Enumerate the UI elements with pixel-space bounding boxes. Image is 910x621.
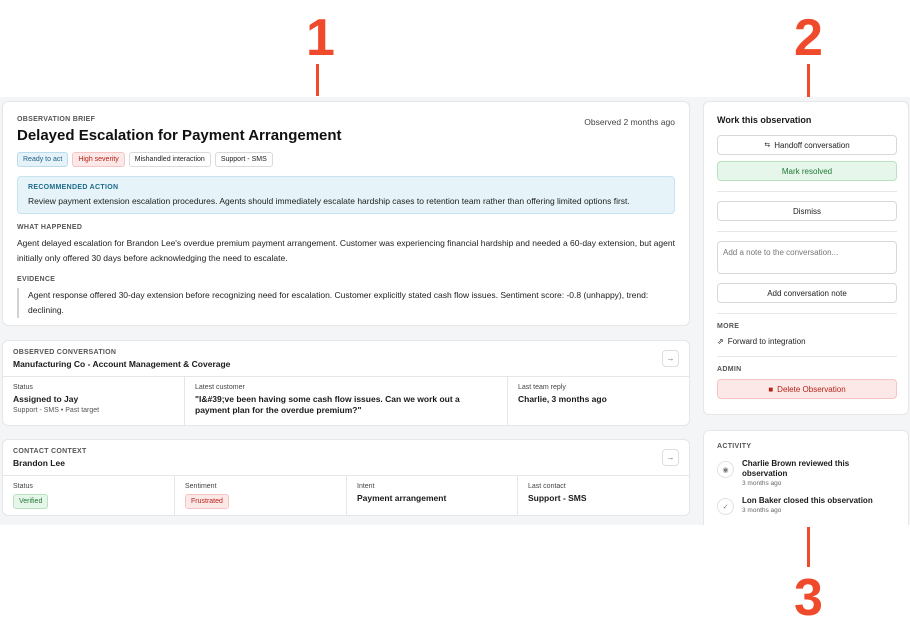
evidence-text: Agent response offered 30-day extension …: [17, 288, 675, 318]
forward-label: Forward to integration: [727, 337, 806, 346]
activity-time: 3 months ago: [742, 507, 782, 514]
verified-badge: Verified: [13, 494, 49, 509]
dismiss-button[interactable]: Dismiss: [717, 201, 897, 221]
observation-brief-card: OBSERVATION BRIEF Observed 2 months ago …: [2, 101, 690, 326]
work-title: Work this observation: [717, 115, 812, 125]
handoff-label: Handoff conversation: [774, 140, 850, 150]
eye-icon: ◉: [717, 461, 734, 478]
contact-status: Status Verified: [3, 476, 175, 516]
contact-last: Last contact Support - SMS: [518, 476, 689, 516]
activity-text: Charlie Brown reviewed this observation: [742, 459, 850, 478]
conversation-name: Manufacturing Co - Account Management & …: [13, 359, 231, 369]
activity-item: ◉ Charlie Brown reviewed this observatio…: [717, 459, 895, 487]
tag-list: Ready to act High severity Mishandled in…: [17, 152, 675, 167]
callout-2-line: [807, 64, 810, 98]
activity-text: Lon Baker closed this observation: [742, 496, 873, 505]
intent-value: Payment arrangement: [357, 493, 447, 503]
contact-name: Brandon Lee: [13, 458, 65, 468]
what-happened: WHAT HAPPENED Agent delayed escalation f…: [17, 224, 675, 266]
check-icon: ✓: [717, 498, 734, 515]
open-contact-button[interactable]: →: [662, 449, 679, 466]
delete-label: Delete Observation: [777, 384, 846, 394]
callout-3: 3: [794, 569, 823, 621]
what-text: Agent delayed escalation for Brandon Lee…: [17, 238, 675, 263]
reply-label: Last team reply: [518, 384, 566, 391]
conversation-status: Status Assigned to Jay Support - SMS • P…: [3, 377, 185, 425]
contact-intent: Intent Payment arrangement: [347, 476, 518, 516]
divider: [717, 313, 897, 314]
observed-conversation-card: OBSERVED CONVERSATION Manufacturing Co -…: [2, 340, 690, 426]
conversation-eyebrow: OBSERVED CONVERSATION: [13, 349, 117, 356]
status-sub: Support - SMS • Past target: [13, 407, 100, 414]
status-label: Status: [13, 384, 33, 391]
callout-2: 2: [794, 9, 823, 67]
contact-context-card: CONTACT CONTEXT Brandon Lee → Status Ver…: [2, 439, 690, 516]
admin-label: ADMIN: [717, 366, 742, 373]
divider: [717, 356, 897, 357]
activity-panel: ACTIVITY ◉ Charlie Brown reviewed this o…: [703, 430, 909, 525]
last-contact-value: Support - SMS: [528, 493, 587, 503]
recommended-action: RECOMMENDED ACTION Review payment extens…: [17, 176, 675, 214]
what-label: WHAT HAPPENED: [17, 224, 83, 231]
divider: [717, 191, 897, 192]
trash-icon: ■: [768, 384, 774, 394]
observation-title: Delayed Escalation for Payment Arrangeme…: [17, 127, 342, 144]
tag-severity: High severity: [72, 152, 125, 167]
callout-1-line: [316, 64, 319, 96]
recommended-text: Review payment extension escalation proc…: [28, 196, 630, 206]
arrow-right-icon: →: [666, 453, 675, 462]
open-conversation-button[interactable]: →: [662, 350, 679, 367]
status-value: Assigned to Jay: [13, 394, 79, 404]
activity-item: ✓ Lon Baker closed this observation 3 mo…: [717, 496, 895, 515]
activity-time: 3 months ago: [742, 480, 782, 487]
tag-mishandled: Mishandled interaction: [128, 152, 211, 167]
delete-observation-button[interactable]: ■ Delete Observation: [717, 379, 897, 399]
more-label: MORE: [717, 323, 740, 330]
recommended-label: RECOMMENDED ACTION: [28, 184, 119, 191]
evidence-label: EVIDENCE: [17, 276, 56, 283]
observed-time: Observed 2 months ago: [584, 117, 675, 127]
latest-value: "I&#39;ve been having some cash flow iss…: [195, 394, 460, 415]
sentiment-label: Sentiment: [185, 483, 217, 490]
contact-eyebrow: CONTACT CONTEXT: [13, 448, 87, 455]
latest-customer: Latest customer "I&#39;ve been having so…: [185, 377, 508, 425]
last-team-reply: Last team reply Charlie, 3 months ago: [508, 377, 689, 425]
sentiment-badge: Frustrated: [185, 494, 229, 509]
mark-resolved-button[interactable]: Mark resolved: [717, 161, 897, 181]
contact-header: CONTACT CONTEXT Brandon Lee →: [3, 440, 689, 476]
divider: [717, 231, 897, 232]
last-contact-label: Last contact: [528, 483, 566, 490]
external-link-icon: ⇗: [717, 337, 724, 346]
callout-3-line: [807, 527, 810, 567]
handoff-button[interactable]: ⇆ Handoff conversation: [717, 135, 897, 155]
work-panel: Work this observation ⇆ Handoff conversa…: [703, 101, 909, 415]
tag-channel: Support - SMS: [214, 152, 273, 167]
handoff-icon: ⇆: [764, 142, 771, 149]
reply-value: Charlie, 3 months ago: [518, 394, 607, 404]
arrow-right-icon: →: [666, 354, 675, 363]
intent-label: Intent: [357, 483, 375, 490]
activity-label: ACTIVITY: [717, 443, 752, 450]
tag-ready: Ready to act: [17, 152, 69, 167]
contact-status-label: Status: [13, 483, 33, 490]
add-note-button[interactable]: Add conversation note: [717, 283, 897, 303]
brief-eyebrow: OBSERVATION BRIEF: [17, 116, 96, 123]
conversation-header: OBSERVED CONVERSATION Manufacturing Co -…: [3, 341, 689, 377]
forward-integration-link[interactable]: ⇗ Forward to integration: [717, 337, 895, 346]
callout-1: 1: [306, 9, 335, 67]
contact-sentiment: Sentiment Frustrated: [175, 476, 347, 516]
note-input[interactable]: Add a note to the conversation...: [717, 241, 897, 274]
evidence: EVIDENCE Agent response offered 30-day e…: [17, 276, 675, 318]
latest-label: Latest customer: [195, 384, 245, 391]
